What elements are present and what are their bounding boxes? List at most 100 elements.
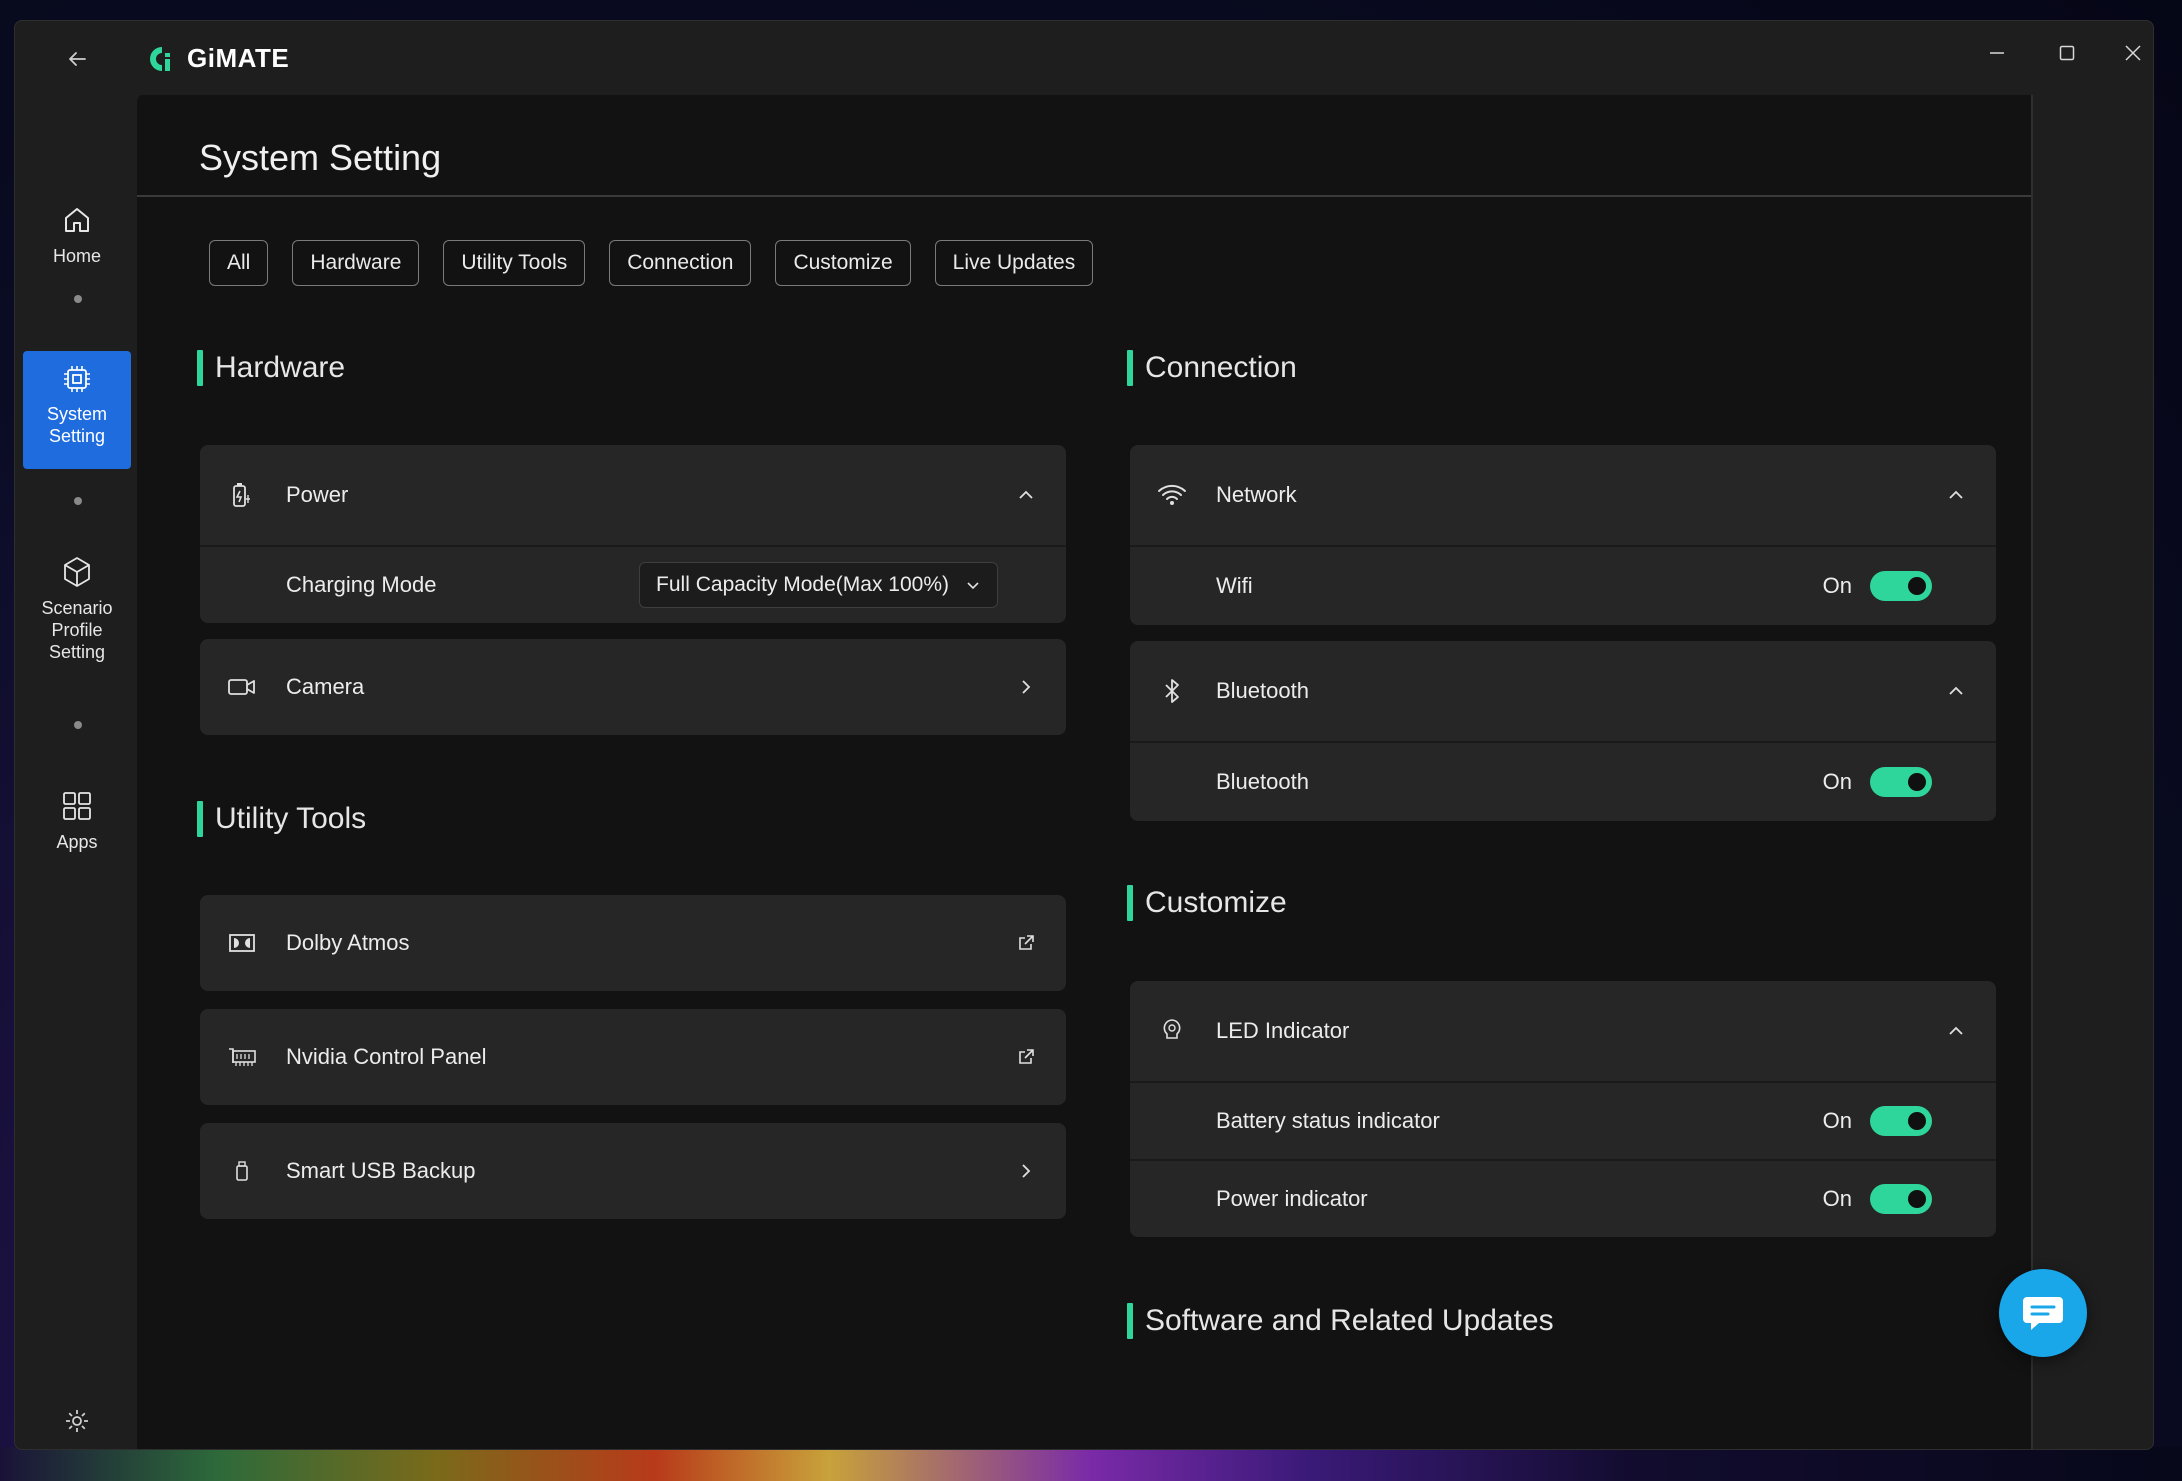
chevron-up-icon — [1019, 490, 1033, 499]
power-indicator-toggle-group: On — [1823, 1184, 1932, 1214]
chevron-right-icon — [1022, 1164, 1031, 1178]
sidebar-item-label: System Setting — [46, 404, 107, 446]
filter-chip-all[interactable]: All — [209, 240, 269, 286]
sidebar-item-label: Home — [52, 246, 101, 266]
external-link-icon — [1019, 1049, 1034, 1064]
back-button[interactable] — [57, 39, 97, 79]
power-indicator-row: Power indicator On — [1130, 1161, 1996, 1237]
smart-usb-backup-card[interactable]: Smart USB Backup — [200, 1123, 1066, 1219]
section-updates-title: Software and Related Updates — [1127, 1303, 1554, 1339]
section-accent-bar — [1127, 350, 1133, 386]
filter-chips: All Hardware Utility Tools Connection Cu… — [209, 240, 1094, 286]
led-indicator-header[interactable]: LED Indicator — [1130, 981, 1996, 1081]
external-link-button[interactable] — [1010, 1041, 1042, 1073]
maximize-button[interactable] — [2039, 31, 2095, 75]
power-label: Power — [286, 482, 349, 507]
toggle-knob — [1908, 1112, 1926, 1130]
collapse-button[interactable] — [1940, 675, 1972, 707]
network-card: Network Wifi On — [1130, 445, 1996, 625]
bluetooth-icon — [1156, 675, 1188, 707]
wifi-row: Wifi On — [1130, 547, 1996, 625]
collapse-button[interactable] — [1940, 1015, 1972, 1047]
collapse-button[interactable] — [1940, 479, 1972, 511]
external-link-button[interactable] — [1010, 927, 1042, 959]
toggle-knob — [1908, 773, 1926, 791]
chevron-down-icon — [967, 582, 979, 590]
section-customize-title: Customize — [1127, 885, 1287, 921]
battery-status-indicator-row: Battery status indicator On — [1130, 1083, 1996, 1159]
camera-card[interactable]: Camera — [200, 639, 1066, 735]
filter-chip-connection[interactable]: Connection — [609, 240, 752, 286]
chevron-up-icon — [1949, 490, 1963, 499]
wifi-toggle[interactable] — [1870, 571, 1932, 601]
nvidia-control-panel-row: Nvidia Control Panel — [200, 1009, 1066, 1105]
collapse-button[interactable] — [1010, 479, 1042, 511]
nvidia-control-panel-card[interactable]: Nvidia Control Panel — [200, 1009, 1066, 1105]
open-button[interactable] — [1010, 671, 1042, 703]
section-connection-title: Connection — [1127, 350, 1297, 386]
charging-mode-value: Full Capacity Mode(Max 100%) — [656, 573, 949, 596]
sidebar-item-scenario-profile[interactable]: Scenario Profile Setting — [23, 545, 131, 685]
camera-label: Camera — [286, 674, 365, 699]
led-indicator-label: LED Indicator — [1216, 1018, 1350, 1043]
bluetooth-toggle-label: Bluetooth — [1216, 769, 1309, 794]
app-window: GiMATE Home System Setting Scenario Prof… — [14, 20, 2154, 1450]
usb-drive-icon — [226, 1155, 258, 1187]
filter-chip-customize[interactable]: Customize — [775, 240, 911, 286]
led-bulb-icon — [1156, 1015, 1188, 1047]
external-link-icon — [1019, 935, 1034, 950]
power-indicator-label: Power indicator — [1216, 1186, 1368, 1211]
filter-chip-hardware[interactable]: Hardware — [292, 240, 420, 286]
sidebar-item-apps[interactable]: Apps — [23, 785, 131, 865]
network-label: Network — [1216, 482, 1297, 507]
section-title-text: Customize — [1145, 886, 1287, 919]
gpu-icon — [226, 1041, 258, 1073]
chat-support-button[interactable] — [1999, 1269, 2087, 1357]
led-indicator-card: LED Indicator Battery status indicator O… — [1130, 981, 1996, 1237]
sidebar-item-label: Scenario Profile Setting — [41, 598, 113, 662]
section-title-text: Hardware — [215, 351, 346, 384]
filter-chip-live-updates[interactable]: Live Updates — [934, 240, 1094, 286]
filter-chip-utility-tools[interactable]: Utility Tools — [443, 240, 586, 286]
wifi-label: Wifi — [1216, 573, 1253, 598]
wifi-toggle-group: On — [1823, 571, 1932, 601]
sidebar-item-home[interactable]: Home — [23, 199, 131, 279]
bluetooth-toggle-group: On — [1823, 767, 1932, 797]
toggle-state-text: On — [1822, 769, 1852, 794]
settings-button[interactable] — [61, 1405, 93, 1437]
dolby-atmos-card[interactable]: Dolby Atmos — [200, 895, 1066, 991]
power-header[interactable]: Power — [200, 445, 1066, 545]
bluetooth-toggle[interactable] — [1870, 767, 1932, 797]
section-accent-bar — [1127, 885, 1133, 921]
arrow-left-icon — [69, 52, 86, 66]
nvidia-control-panel-label: Nvidia Control Panel — [286, 1044, 487, 1069]
dolby-icon — [226, 927, 258, 959]
camera-row: Camera — [200, 639, 1066, 735]
bluetooth-header[interactable]: Bluetooth — [1130, 641, 1996, 741]
open-button[interactable] — [1010, 1155, 1042, 1187]
chevron-up-icon — [1949, 686, 1963, 695]
sidebar-item-system-setting[interactable]: System Setting — [23, 351, 131, 469]
chip-icon — [64, 366, 90, 392]
section-title-text: Connection — [1145, 351, 1297, 384]
sidebar: Home System Setting Scenario Profile Set… — [15, 95, 135, 1449]
cube-icon — [64, 557, 90, 587]
camera-icon — [226, 671, 258, 703]
smart-usb-backup-row: Smart USB Backup — [200, 1123, 1066, 1219]
title-divider — [137, 195, 2031, 197]
gimate-logo-icon — [150, 46, 170, 71]
close-button[interactable] — [2105, 31, 2153, 75]
home-icon — [65, 208, 89, 232]
minimize-button[interactable] — [1969, 31, 2025, 75]
charging-mode-select[interactable]: Full Capacity Mode(Max 100%) — [639, 562, 998, 608]
wifi-icon — [1156, 479, 1188, 511]
toggle-state-text: On — [1822, 1186, 1852, 1211]
network-header[interactable]: Network — [1130, 445, 1996, 545]
chat-bubble-icon — [2023, 1297, 2063, 1330]
nav-separator-dot — [74, 295, 82, 303]
dolby-atmos-row: Dolby Atmos — [200, 895, 1066, 991]
power-indicator-toggle[interactable] — [1870, 1184, 1932, 1214]
battery-status-indicator-toggle[interactable] — [1870, 1106, 1932, 1136]
section-accent-bar — [1127, 1303, 1133, 1339]
bluetooth-label: Bluetooth — [1216, 678, 1309, 703]
